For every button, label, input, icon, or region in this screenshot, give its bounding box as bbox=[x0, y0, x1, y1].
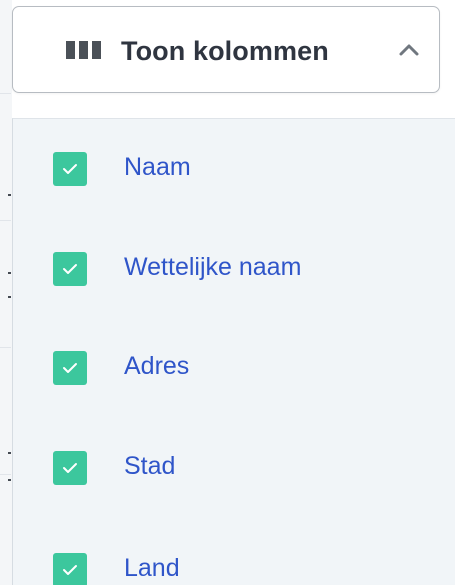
column-option-adres[interactable]: Adres bbox=[13, 337, 455, 397]
check-icon bbox=[63, 463, 77, 473]
background-text-fragment bbox=[8, 194, 11, 196]
column-option-label: Stad bbox=[124, 452, 176, 480]
background-divider bbox=[0, 474, 11, 475]
columns-icon bbox=[66, 41, 101, 59]
column-option-land[interactable]: Land bbox=[13, 539, 455, 585]
background-divider bbox=[0, 93, 11, 94]
checked-checkbox-stad[interactable] bbox=[53, 451, 87, 485]
background-page-edge bbox=[0, 0, 12, 585]
background-text-fragment bbox=[8, 479, 11, 481]
column-options-dropdown: Naam Wettelijke naam Adres Stad Land bbox=[12, 118, 455, 585]
check-icon bbox=[63, 363, 77, 373]
column-option-label: Adres bbox=[124, 352, 190, 380]
column-option-label: Land bbox=[124, 554, 180, 582]
chevron-up-icon bbox=[399, 44, 419, 56]
toggle-columns-label: Toon kolommen bbox=[121, 36, 329, 66]
checked-checkbox-adres[interactable] bbox=[53, 351, 87, 385]
checked-checkbox-land[interactable] bbox=[53, 553, 87, 585]
checked-checkbox-naam[interactable] bbox=[53, 152, 87, 186]
check-icon bbox=[63, 264, 77, 274]
background-text-fragment bbox=[8, 272, 11, 274]
background-divider bbox=[0, 347, 11, 348]
toggle-columns-button[interactable]: Toon kolommen bbox=[12, 6, 440, 93]
column-option-wettelijke-naam[interactable]: Wettelijke naam bbox=[13, 238, 455, 298]
background-text-fragment bbox=[8, 452, 11, 454]
background-text-fragment bbox=[8, 296, 11, 298]
column-option-label: Naam bbox=[124, 153, 191, 181]
column-option-stad[interactable]: Stad bbox=[13, 437, 455, 497]
column-option-naam[interactable]: Naam bbox=[13, 138, 455, 198]
background-divider bbox=[0, 220, 11, 221]
check-icon bbox=[63, 565, 77, 575]
check-icon bbox=[63, 164, 77, 174]
checked-checkbox-wettelijke-naam[interactable] bbox=[53, 252, 87, 286]
column-option-label: Wettelijke naam bbox=[124, 253, 302, 281]
